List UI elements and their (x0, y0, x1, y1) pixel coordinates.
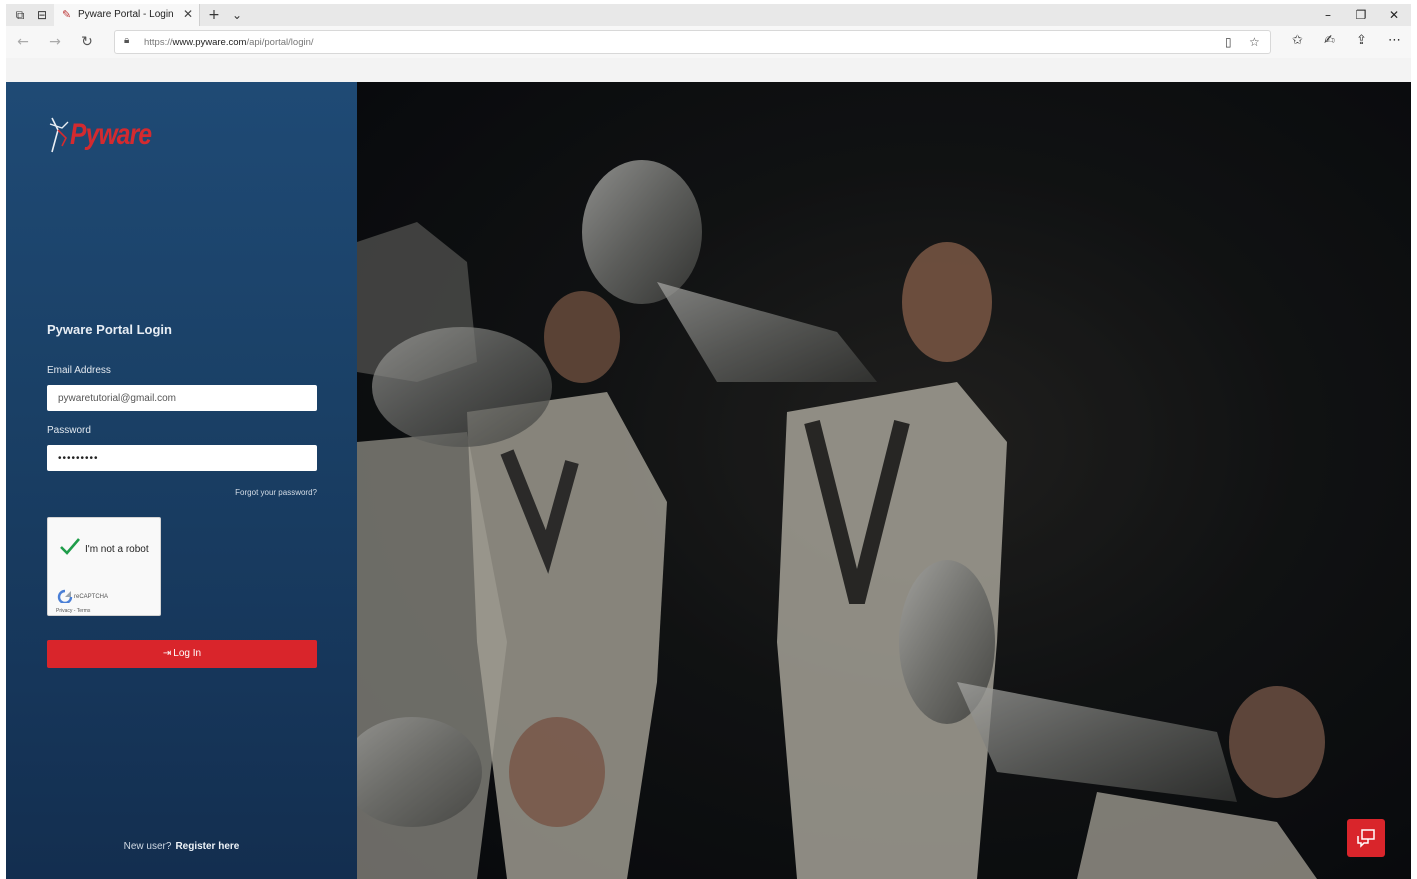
url-path: /api/portal/login/ (246, 37, 314, 48)
register-prompt: New user? Register here (6, 841, 357, 852)
close-icon[interactable]: ✕ (183, 7, 193, 21)
page-title: Pyware Portal Login (47, 322, 172, 337)
captcha-label: I'm not a robot (85, 544, 149, 555)
star-icon[interactable]: ☆ (1249, 35, 1260, 49)
chevron-down-icon[interactable]: ⌄ (229, 7, 245, 23)
recaptcha-widget: I'm not a robot reCAPTCHA Privacy - Term… (47, 517, 161, 616)
pen-icon[interactable]: ✍ (1324, 33, 1335, 48)
recaptcha-terms[interactable]: Privacy - Terms (56, 608, 90, 614)
plus-icon[interactable]: + (206, 7, 222, 23)
page-content: Pyware Pyware Portal Login Email Address… (6, 82, 1411, 879)
address-bar[interactable]: 🔒︎ https://www.pyware.com/api/portal/log… (114, 30, 1271, 54)
forgot-password-link[interactable]: Forgot your password? (226, 488, 317, 497)
share-icon[interactable]: ⇪ (1356, 33, 1367, 48)
register-link[interactable]: Register here (175, 841, 239, 852)
feedback-chat-button[interactable] (1347, 819, 1385, 857)
checkmark-icon[interactable] (59, 535, 81, 557)
email-label: Email Address (47, 365, 111, 376)
recaptcha-logo-icon (57, 589, 73, 603)
url-host: www.pyware.com (172, 37, 247, 48)
password-field[interactable] (47, 445, 317, 471)
forward-icon[interactable]: → (46, 33, 64, 51)
minimize-icon[interactable]: – (1318, 6, 1338, 24)
navigation-bar: ← → ↻ 🔒︎ https://www.pyware.com/api/port… (6, 26, 1411, 58)
hero-overlay (357, 82, 1411, 879)
window-close-icon[interactable]: ✕ (1384, 6, 1404, 24)
favorites-icon[interactable]: ✩ (1292, 33, 1303, 48)
tab-bar: ⧉ ⊟ ✎ Pyware Portal - Login ✕ + ⌄ – ❐ ✕ (6, 4, 1411, 26)
vertical-tabs-icon[interactable]: ⊟ (34, 7, 50, 23)
pyware-favicon-icon: ✎ (62, 8, 72, 21)
refresh-icon[interactable]: ↻ (78, 33, 96, 51)
browser-window: ⧉ ⊟ ✎ Pyware Portal - Login ✕ + ⌄ – ❐ ✕ … (6, 4, 1411, 879)
tab-pyware-login[interactable]: ✎ Pyware Portal - Login ✕ (54, 4, 200, 26)
hero-photo (357, 82, 1411, 879)
url-text: https://www.pyware.com/api/portal/login/ (144, 37, 314, 48)
lock-icon: 🔒︎ (124, 35, 130, 46)
email-field[interactable] (47, 385, 317, 411)
back-icon[interactable]: ← (14, 33, 32, 51)
tab-actions-icon[interactable]: ⧉ (12, 7, 28, 23)
recaptcha-brand: reCAPTCHA (74, 594, 109, 600)
login-button-label: Log In (173, 648, 202, 659)
more-icon[interactable]: ⋯ (1388, 33, 1401, 48)
chat-icon (1357, 829, 1375, 848)
login-icon: ⇥ (162, 648, 172, 659)
url-scheme: https:// (144, 37, 173, 48)
restore-icon[interactable]: ❐ (1351, 6, 1371, 24)
login-button[interactable]: ⇥ Log In (47, 640, 317, 668)
password-label: Password (47, 425, 91, 436)
login-panel: Pyware Pyware Portal Login Email Address… (6, 82, 357, 879)
logo-text: Pyware (70, 118, 152, 151)
pyware-mark-icon (49, 117, 69, 153)
reading-view-icon[interactable]: ▯ (1225, 35, 1232, 49)
register-question: New user? (123, 841, 172, 852)
tab-title: Pyware Portal - Login (78, 9, 174, 20)
